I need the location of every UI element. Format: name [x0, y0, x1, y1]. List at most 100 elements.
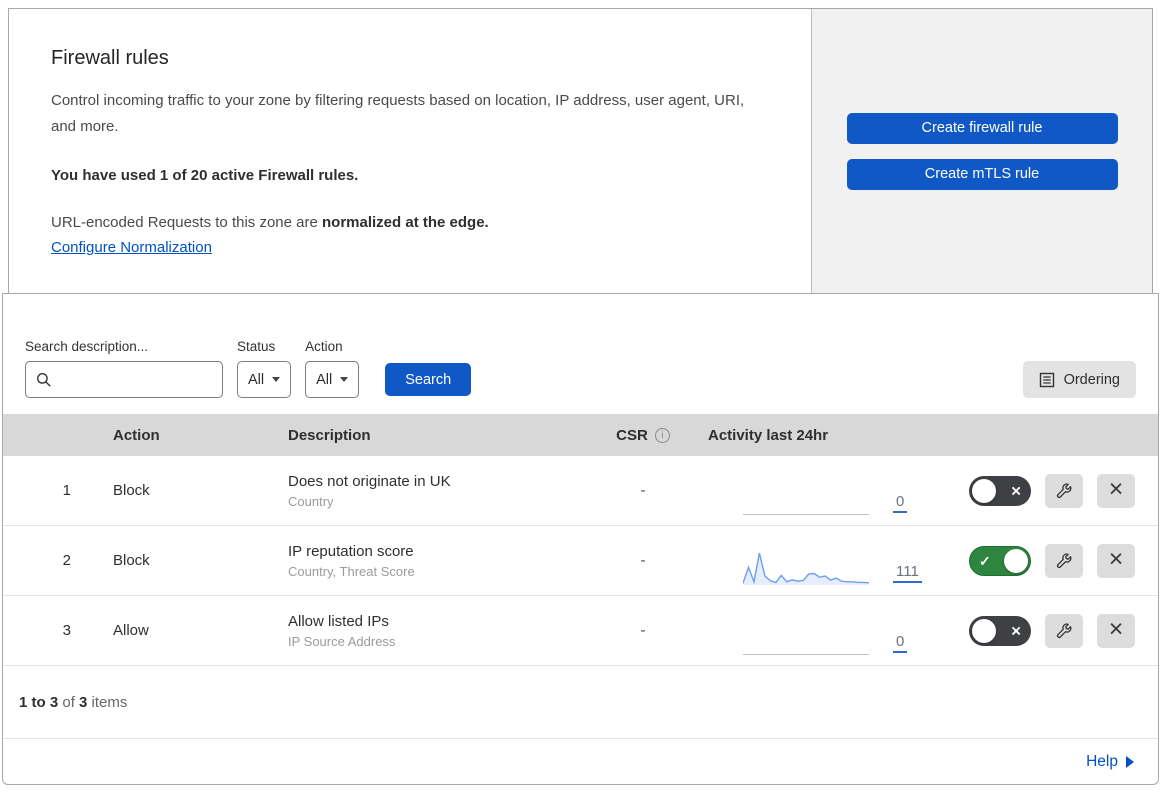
rule-csr-value: - [640, 622, 646, 639]
toggle-knob [1004, 548, 1028, 573]
activity-sparkline [743, 477, 869, 517]
status-label: Status [237, 339, 276, 354]
list-icon [1039, 372, 1054, 387]
action-label: Action [305, 339, 343, 354]
ordering-button-label: Ordering [1063, 371, 1120, 388]
wrench-icon [1056, 552, 1072, 568]
delete-x-icon: × [1108, 614, 1124, 643]
table-row: 3 Allow Allow listed IPs IP Source Addre… [3, 596, 1158, 666]
delete-x-icon: × [1108, 474, 1124, 503]
search-button[interactable]: Search [385, 363, 472, 396]
action-filter-group: Action All [305, 339, 360, 398]
normalization-text: URL-encoded Requests to this zone are no… [51, 214, 769, 231]
column-description: Description [288, 426, 371, 444]
toggle-knob [972, 618, 996, 643]
normalization-prefix: URL-encoded Requests to this zone are [51, 213, 322, 231]
actions-panel: Create firewall rule Create mTLS rule [811, 9, 1152, 293]
create-mtls-rule-button[interactable]: Create mTLS rule [846, 158, 1118, 190]
rule-csr-value: - [640, 552, 646, 569]
status-dropdown[interactable]: All [237, 361, 292, 398]
delete-rule-button[interactable]: × [1097, 613, 1135, 648]
rule-fields: Country, Threat Score [288, 563, 415, 579]
toggle-knob [972, 478, 996, 503]
rule-enabled-toggle[interactable]: ✓ × [969, 545, 1031, 576]
search-box[interactable] [25, 361, 223, 398]
rule-description-cell: Allow listed IPs IP Source Address [268, 613, 588, 649]
rule-priority: 1 [62, 482, 71, 499]
help-link-label: Help [1086, 752, 1118, 770]
filter-bar: Search description... Status All Action … [3, 294, 1158, 414]
activity-count-link[interactable]: 111 [893, 563, 922, 583]
rule-csr-value: - [640, 482, 646, 499]
rule-action: Allow [113, 622, 149, 639]
rule-controls: ✓ × × [953, 543, 1158, 578]
wrench-icon [1056, 622, 1072, 638]
rule-fields: IP Source Address [288, 633, 396, 649]
page-description: Control incoming traffic to your zone by… [51, 92, 745, 136]
status-filter-group: Status All [237, 339, 292, 398]
activity-count-link[interactable]: 0 [893, 633, 908, 653]
edit-rule-button[interactable] [1045, 543, 1083, 578]
column-activity: Activity last 24hr [708, 426, 829, 444]
x-icon: × [1011, 481, 1021, 500]
range-text: 1 to 3 [19, 693, 59, 711]
activity-sparkline [743, 547, 869, 587]
status-dropdown-value: All [248, 371, 265, 388]
search-input[interactable] [60, 370, 212, 389]
chevron-down-icon [272, 377, 281, 382]
activity-sparkline [743, 617, 869, 657]
overview-card: Firewall rules Control incoming traffic … [8, 8, 1153, 293]
firewall-rules-page: Firewall rules Control incoming traffic … [0, 8, 1161, 785]
rule-description: Allow listed IPs [288, 612, 389, 630]
rule-fields: Country [288, 493, 334, 509]
normalization-bold: normalized at the edge. [322, 213, 489, 231]
total-text: 3 [79, 693, 88, 711]
rule-description-cell: IP reputation score Country, Threat Scor… [268, 543, 588, 579]
column-csr-label: CSR [616, 426, 648, 444]
page-title: Firewall rules [51, 47, 169, 69]
search-filter-group: Search description... [25, 339, 223, 398]
rule-action: Block [113, 552, 150, 569]
activity-sparkline-svg [743, 552, 869, 585]
rule-controls: ✓ × × [953, 473, 1158, 508]
usage-text: You have used 1 of 20 active Firewall ru… [51, 166, 359, 184]
help-bar: Help [3, 739, 1158, 784]
help-link[interactable]: Help [1086, 753, 1134, 771]
chevron-down-icon [340, 377, 349, 382]
rule-priority: 3 [62, 622, 71, 639]
overview-text-block: Firewall rules Control incoming traffic … [9, 9, 811, 293]
check-icon: ✓ [979, 552, 991, 569]
delete-rule-button[interactable]: × [1097, 473, 1135, 508]
info-icon[interactable]: i [654, 427, 670, 443]
edit-rule-button[interactable] [1045, 613, 1083, 648]
rule-action: Block [113, 482, 150, 499]
arrow-right-icon [1126, 755, 1134, 768]
wrench-icon [1056, 482, 1072, 498]
rule-description-cell: Does not originate in UK Country [268, 473, 588, 509]
rule-controls: ✓ × × [953, 613, 1158, 648]
items-text: items [87, 693, 128, 711]
action-dropdown-value: All [316, 371, 333, 388]
ordering-button[interactable]: Ordering [1022, 361, 1136, 398]
table-row: 1 Block Does not originate in UK Country… [3, 456, 1158, 526]
x-icon: × [1011, 621, 1021, 640]
edit-rule-button[interactable] [1045, 473, 1083, 508]
pagination-summary: 1 to 3 of 3 items [3, 666, 1158, 739]
configure-normalization-link[interactable]: Configure Normalization [51, 239, 212, 256]
delete-x-icon: × [1108, 544, 1124, 573]
action-dropdown[interactable]: All [305, 361, 360, 398]
rule-enabled-toggle[interactable]: ✓ × [969, 475, 1031, 506]
rule-description: IP reputation score [288, 542, 414, 560]
rule-activity-cell: 0 [698, 465, 953, 517]
create-firewall-rule-button[interactable]: Create firewall rule [846, 112, 1118, 144]
rule-enabled-toggle[interactable]: ✓ × [969, 615, 1031, 646]
rule-activity-cell: 0 [698, 605, 953, 657]
activity-count-link[interactable]: 0 [893, 493, 908, 513]
rule-priority: 2 [62, 552, 71, 569]
table-header: Action Description CSR i Activity last 2… [3, 414, 1158, 456]
rule-activity-cell: 111 [698, 535, 953, 587]
rules-list-card: Search description... Status All Action … [2, 293, 1159, 785]
column-csr: CSR i [588, 427, 698, 444]
search-icon [37, 372, 51, 387]
delete-rule-button[interactable]: × [1097, 543, 1135, 578]
